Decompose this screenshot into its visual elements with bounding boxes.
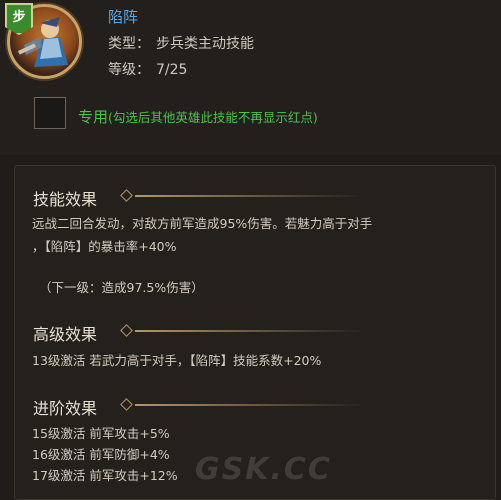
skill-type-row: 类型： 步兵类主动技能: [108, 33, 254, 53]
advanced-title: 高级效果: [33, 325, 98, 344]
effect-title: 技能效果: [33, 190, 98, 209]
skill-header: 步 陷阵 类型： 步兵类主动技能 等级： 7/25 专用(勾选后其他英雄此技能不再显…: [0, 0, 501, 155]
exclusive-checkbox[interactable]: [34, 97, 66, 129]
effect-next-level: （下一级：造成97.5%伤害）: [39, 280, 204, 295]
skill-level-label: 等级：: [108, 62, 150, 78]
promote-title: 进阶效果: [33, 399, 98, 418]
effect-line-2: ，【陷阵】的暴击率+40%: [32, 239, 177, 254]
skill-name: 陷阵: [108, 8, 139, 26]
exclusive-note-text: (勾选后其他英雄此技能不再显示红点): [108, 110, 318, 125]
skill-type-value: 步兵类主动技能: [156, 36, 254, 52]
exclusive-label[interactable]: 专用(勾选后其他英雄此技能不再显示红点): [78, 106, 318, 127]
promote-item-3: 17级激活 前军攻击+12%: [32, 468, 178, 483]
skill-level-row: 等级： 7/25: [108, 59, 187, 79]
skill-level-value: 7/25: [156, 62, 188, 78]
exclusive-main-text: 专用: [78, 108, 109, 126]
site-watermark: GSK.CC: [195, 452, 332, 487]
effect-line-1: 远战二回合发动，对敌方前军造成95%伤害。若魅力高于对手: [32, 216, 373, 231]
advanced-line-1: 13级激活 若武力高于对手，【陷阵】技能系数+20%: [32, 353, 322, 368]
skill-type-label: 类型：: [108, 36, 150, 52]
promote-item-2: 16级激活 前军防御+4%: [32, 447, 170, 462]
promote-item-1: 15级激活 前军攻击+5%: [32, 426, 170, 441]
effect-divider: [120, 189, 372, 202]
advanced-divider: [120, 324, 372, 337]
promote-divider: [120, 398, 372, 411]
